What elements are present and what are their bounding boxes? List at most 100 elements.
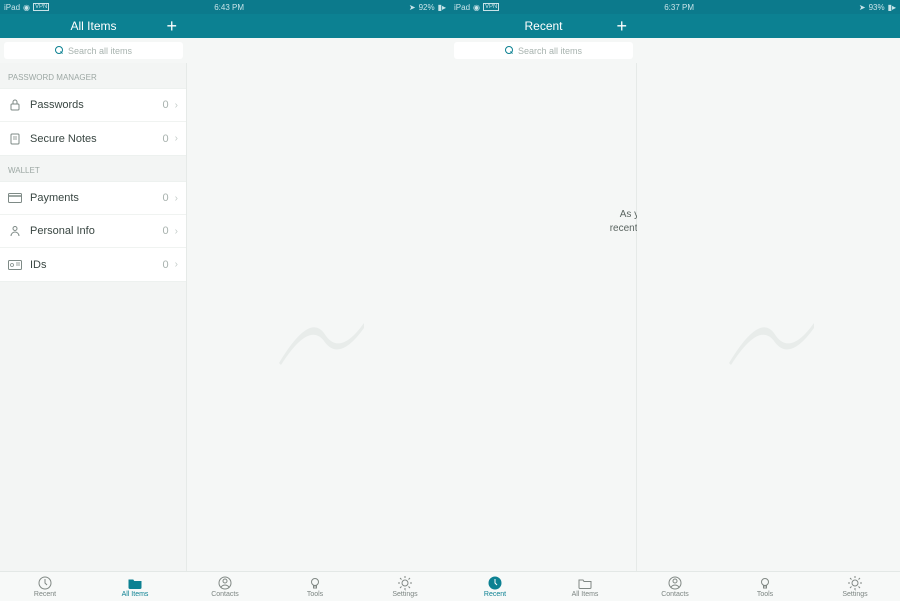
item-label: Secure Notes xyxy=(30,133,163,145)
search-input[interactable]: Search all items xyxy=(4,42,183,59)
wifi-icon: ◉ xyxy=(23,3,30,12)
tab-label: Settings xyxy=(392,591,417,598)
status-bar: iPad ◉ VPN 6:43 PM ➤ 92% ▮▸ xyxy=(0,0,450,14)
tab-label: All Items xyxy=(122,591,149,598)
list-item[interactable]: Payments 0 › xyxy=(0,182,186,215)
device-label: iPad xyxy=(454,3,470,12)
list-item[interactable]: IDs 0 › xyxy=(0,248,186,281)
location-icon: ➤ xyxy=(859,3,866,12)
item-label: IDs xyxy=(30,259,163,271)
empty-text-2: recent items will appear here. xyxy=(610,222,637,236)
sidebar-title: Recent xyxy=(524,19,562,33)
tab-recent[interactable]: Recent xyxy=(450,572,540,601)
empty-text-1: As you use the app, your xyxy=(610,208,637,222)
tab-settings[interactable]: Settings xyxy=(360,572,450,601)
device-label: iPad xyxy=(4,3,20,12)
tab-allitems[interactable]: All Items xyxy=(540,572,630,601)
item-count: 0 xyxy=(163,99,169,111)
tab-bar: Recent All Items Contacts Tools Settings xyxy=(0,571,450,601)
item-count: 0 xyxy=(163,225,169,237)
tab-contacts[interactable]: Contacts xyxy=(180,572,270,601)
watermark-logo xyxy=(719,303,819,383)
battery-pct: 93% xyxy=(869,3,885,12)
main-header xyxy=(637,14,900,38)
search-icon xyxy=(55,46,64,55)
bulb-icon xyxy=(307,576,323,590)
chevron-right-icon: › xyxy=(175,193,178,204)
tab-tools[interactable]: Tools xyxy=(270,572,360,601)
gear-icon xyxy=(847,576,863,590)
search-placeholder: Search all items xyxy=(518,46,582,56)
folder-icon xyxy=(577,576,593,590)
tab-bar: Recent All Items Contacts Tools Settings xyxy=(450,571,900,601)
person-circle-icon xyxy=(217,576,233,590)
status-time: 6:43 PM xyxy=(214,3,244,12)
gear-icon xyxy=(397,576,413,590)
tab-label: Recent xyxy=(34,591,56,598)
folder-icon xyxy=(127,576,143,590)
tab-label: All Items xyxy=(572,591,599,598)
battery-pct: 92% xyxy=(419,3,435,12)
sidebar-header: All Items + xyxy=(0,14,187,38)
section-header: WALLET xyxy=(0,156,186,181)
id-icon xyxy=(8,260,22,270)
search-input[interactable]: Search all items xyxy=(454,42,633,59)
sidebar-title: All Items xyxy=(70,19,116,33)
add-button[interactable]: + xyxy=(166,17,177,35)
item-count: 0 xyxy=(163,192,169,204)
list-item[interactable]: Secure Notes 0 › xyxy=(0,122,186,155)
search-icon xyxy=(505,46,514,55)
bulb-icon xyxy=(757,576,773,590)
chevron-right-icon: › xyxy=(175,259,178,270)
section-header: PASSWORD MANAGER xyxy=(0,63,186,88)
battery-icon: ▮▸ xyxy=(888,3,896,12)
tab-label: Tools xyxy=(757,591,773,598)
add-button[interactable]: + xyxy=(616,17,627,35)
note-icon xyxy=(8,133,22,145)
clock-icon xyxy=(37,576,53,590)
status-bar: iPad ◉ VPN 6:37 PM ➤ 93% ▮▸ xyxy=(450,0,900,14)
vpn-badge: VPN xyxy=(483,3,499,11)
item-label: Personal Info xyxy=(30,225,163,237)
person-circle-icon xyxy=(667,576,683,590)
card-icon xyxy=(8,193,22,203)
tab-label: Contacts xyxy=(661,591,689,598)
sidebar: PASSWORD MANAGER Passwords 0 › xyxy=(0,63,187,571)
tab-label: Settings xyxy=(842,591,867,598)
main-pane xyxy=(637,63,900,571)
lock-icon xyxy=(8,99,22,111)
tab-settings[interactable]: Settings xyxy=(810,572,900,601)
tab-allitems[interactable]: All Items xyxy=(90,572,180,601)
battery-icon: ▮▸ xyxy=(438,3,446,12)
list-item[interactable]: Passwords 0 › xyxy=(0,89,186,122)
sidebar: As you use the app, your recent items wi… xyxy=(450,63,637,571)
tab-recent[interactable]: Recent xyxy=(0,572,90,601)
search-placeholder: Search all items xyxy=(68,46,132,56)
main-header xyxy=(187,14,450,38)
tab-label: Contacts xyxy=(211,591,239,598)
wifi-icon: ◉ xyxy=(473,3,480,12)
chevron-right-icon: › xyxy=(175,100,178,111)
chevron-right-icon: › xyxy=(175,133,178,144)
item-label: Payments xyxy=(30,192,163,204)
sidebar-header: Recent + xyxy=(450,14,637,38)
clock-icon xyxy=(487,576,503,590)
item-label: Passwords xyxy=(30,99,163,111)
device-2: iPad ◉ VPN 6:37 PM ➤ 93% ▮▸ Recent + Sea… xyxy=(450,0,900,601)
person-icon xyxy=(8,225,22,237)
item-count: 0 xyxy=(163,133,169,145)
tab-label: Tools xyxy=(307,591,323,598)
tab-contacts[interactable]: Contacts xyxy=(630,572,720,601)
item-count: 0 xyxy=(163,259,169,271)
tab-tools[interactable]: Tools xyxy=(720,572,810,601)
empty-state: As you use the app, your recent items wi… xyxy=(450,150,637,236)
chevron-right-icon: › xyxy=(175,226,178,237)
main-pane xyxy=(187,63,450,571)
status-time: 6:37 PM xyxy=(664,3,694,12)
list-item[interactable]: Personal Info 0 › xyxy=(0,215,186,248)
vpn-badge: VPN xyxy=(33,3,49,11)
watermark-logo xyxy=(269,303,369,383)
device-1: iPad ◉ VPN 6:43 PM ➤ 92% ▮▸ All Items + … xyxy=(0,0,450,601)
location-icon: ➤ xyxy=(409,3,416,12)
tab-label: Recent xyxy=(484,591,506,598)
